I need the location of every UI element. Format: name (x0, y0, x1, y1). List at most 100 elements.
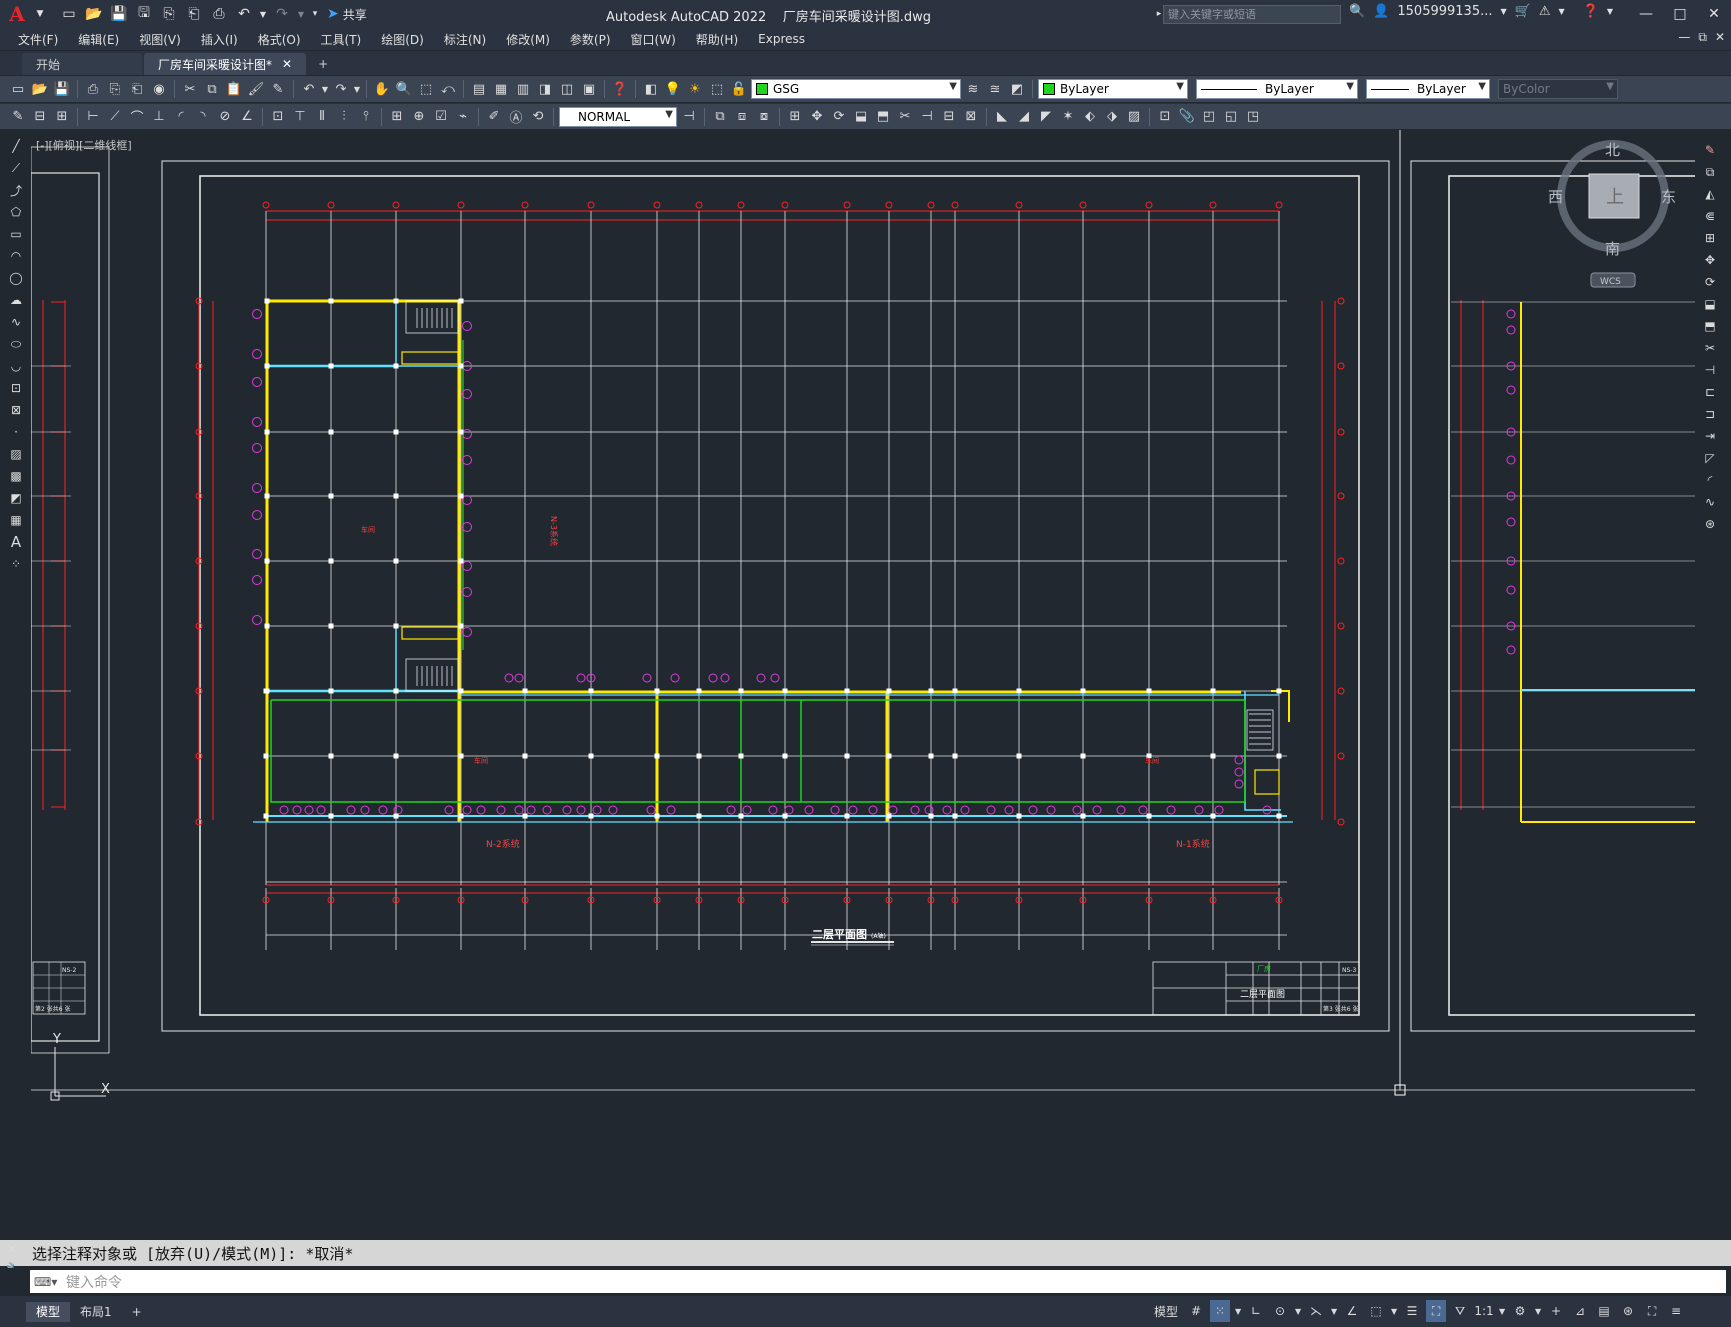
maximize-button[interactable]: □ (1663, 0, 1697, 28)
spline-icon[interactable]: ∿ (6, 312, 26, 332)
menu-insert[interactable]: 插入(I) (201, 31, 238, 48)
edit-hatch-icon[interactable]: ▨ (1124, 107, 1144, 127)
clip-icon[interactable]: ◰ (1199, 107, 1219, 127)
close-button[interactable]: ✕ (1697, 0, 1731, 28)
break-icon[interactable]: ⊟ (939, 107, 959, 127)
customize-status-icon[interactable]: ≡ (1666, 1300, 1686, 1322)
layer-properties-icon[interactable]: ◧ (641, 79, 661, 99)
redo-icon[interactable]: ↷ (271, 3, 293, 25)
table-icon[interactable]: ▦ (6, 510, 26, 530)
cut-icon[interactable]: ✂ (180, 79, 200, 99)
dim-text-edit-icon[interactable]: Ⓐ (506, 107, 526, 127)
redo-dropdown-icon[interactable]: ▼ (296, 3, 306, 25)
mirror-icon[interactable]: ⧈ (732, 107, 752, 127)
match-properties-icon[interactable]: 🖌 (246, 79, 266, 99)
menu-view[interactable]: 视图(V) (139, 31, 181, 48)
xref-icon[interactable]: ◳ (1243, 107, 1263, 127)
sheet-set-icon[interactable]: ◨ (535, 79, 555, 99)
save-icon[interactable]: 💾 (52, 79, 72, 99)
redo-icon[interactable]: ↷ (331, 79, 351, 99)
open-icon[interactable]: 📂 (30, 79, 50, 99)
dimstyle-select[interactable]: NORMAL ▼ (559, 106, 677, 127)
object-snap-icon[interactable]: ⬚ (1366, 1300, 1386, 1322)
rotate-icon[interactable]: ⟳ (1700, 272, 1720, 292)
jogged-dim-icon[interactable]: ◝ (193, 107, 213, 127)
grid-icon[interactable]: # (1186, 1300, 1206, 1322)
cart-icon[interactable]: 🛒 (1515, 4, 1531, 19)
extend-icon[interactable]: ⊣ (1700, 360, 1720, 380)
revision-cloud-icon[interactable]: ☁ (6, 290, 26, 310)
autodesk-dropdown-icon[interactable]: ▼ (1558, 7, 1564, 16)
new-file-icon[interactable]: ▭ (58, 3, 80, 25)
close-command-line-icon[interactable]: ✕ (6, 1242, 22, 1257)
layer-state-icon[interactable]: ◩ (1007, 79, 1027, 99)
trim-icon[interactable]: ✂ (1700, 338, 1720, 358)
quick-properties-icon[interactable]: ▤ (1594, 1300, 1614, 1322)
linetype-select[interactable]: ByLayer ▼ (1196, 79, 1358, 99)
units-icon[interactable]: ⊿ (1570, 1300, 1590, 1322)
block-editor-icon[interactable]: ✎ (268, 79, 288, 99)
offset-icon[interactable]: ⋐ (1700, 206, 1720, 226)
tab-layout1[interactable]: 布局1 (70, 1302, 122, 1322)
circle-icon[interactable]: ◯ (6, 268, 26, 288)
menu-parametric[interactable]: 参数(P) (570, 31, 611, 48)
workspace-dropdown-icon[interactable]: ▼ (1534, 1300, 1542, 1322)
color-select[interactable]: ByLayer ▼ (1038, 79, 1188, 99)
annotation-visibility-icon[interactable]: ⛶ (1426, 1300, 1447, 1322)
command-recent-icon[interactable]: ⌨▾ (34, 1275, 57, 1289)
insert-block-icon[interactable]: ⊡ (6, 378, 26, 398)
search-icon[interactable]: 🔍 (1349, 4, 1365, 19)
layer-select[interactable]: GSG ▼ (751, 79, 961, 99)
osnap-dropdown-icon[interactable]: ▼ (1390, 1300, 1398, 1322)
snap-icon[interactable]: ⁙ (1210, 1300, 1231, 1322)
snap-dropdown-icon[interactable]: ▼ (1234, 1300, 1242, 1322)
undo-dropdown-icon[interactable]: ▼ (321, 79, 329, 99)
add-layout-button[interactable]: + (122, 1302, 152, 1322)
undo-dropdown-icon[interactable]: ▼ (258, 3, 268, 25)
minimize-button[interactable]: — (1629, 0, 1663, 28)
lineweight-select[interactable]: ByLayer ▼ (1366, 79, 1490, 99)
copy-icon[interactable]: ⧉ (202, 79, 222, 99)
layer-match-icon[interactable]: ⊟ (30, 107, 50, 127)
plot-icon[interactable]: ⎙ (83, 79, 103, 99)
tab-start[interactable]: 开始 (22, 53, 142, 75)
stretch-icon[interactable]: ⬒ (1700, 316, 1720, 336)
model-space-button[interactable]: 模型 (1150, 1300, 1182, 1322)
mtext-icon[interactable]: A (6, 532, 26, 552)
extend-icon[interactable]: ⊣ (917, 107, 937, 127)
viewcube-top-face[interactable]: 上 (1606, 187, 1624, 208)
autodesk-app-icon[interactable]: ⚠ (1539, 4, 1551, 19)
scale-icon[interactable]: ⬓ (1700, 294, 1720, 314)
zoom-realtime-icon[interactable]: 🔍 (394, 79, 414, 99)
help-icon[interactable]: ❓ (610, 79, 630, 99)
menu-modify[interactable]: 修改(M) (506, 31, 550, 48)
share-button[interactable]: ➤ 共享 (327, 6, 367, 23)
undo-icon[interactable]: ↶ (299, 79, 319, 99)
doc-minimize-button[interactable]: — (1678, 30, 1690, 45)
inspection-icon[interactable]: ☑ (431, 107, 451, 127)
menu-edit[interactable]: 编辑(E) (78, 31, 119, 48)
angular-dim-icon[interactable]: ∠ (237, 107, 257, 127)
copy-object-icon[interactable]: ⧉ (710, 107, 730, 127)
autocad-logo-icon[interactable]: A (0, 0, 34, 28)
command-input[interactable]: ⌨▾ 键入命令 (30, 1270, 1726, 1293)
join-icon[interactable]: ⊠ (961, 107, 981, 127)
dim-update-icon[interactable]: ⟲ (528, 107, 548, 127)
save-as-icon[interactable]: 🖫 (133, 3, 155, 25)
fillet-icon[interactable]: ◢ (1014, 107, 1034, 127)
rectangle-icon[interactable]: ▭ (6, 224, 26, 244)
graphics-performance-icon[interactable]: ⊛ (1618, 1300, 1638, 1322)
object-track-icon[interactable]: ∠ (1342, 1300, 1362, 1322)
tab-model[interactable]: 模型 (26, 1301, 71, 1322)
scale-icon[interactable]: ⬓ (851, 107, 871, 127)
mirror-icon[interactable]: ◭ (1700, 184, 1720, 204)
attach-icon[interactable]: 📎 (1177, 107, 1197, 127)
scale-dropdown-icon[interactable]: ▼ (1498, 1300, 1506, 1322)
app-menu-chevron-icon[interactable]: ▼ (34, 3, 46, 25)
hatch-icon[interactable]: ▨ (6, 444, 26, 464)
publish-icon[interactable]: ⎗ (127, 79, 147, 99)
iso-dropdown-icon[interactable]: ▼ (1330, 1300, 1338, 1322)
image-adjust-icon[interactable]: ◱ (1221, 107, 1241, 127)
help-dropdown-icon[interactable]: ▼ (1607, 7, 1613, 16)
annotation-scale[interactable]: 1:1 (1474, 1300, 1494, 1322)
